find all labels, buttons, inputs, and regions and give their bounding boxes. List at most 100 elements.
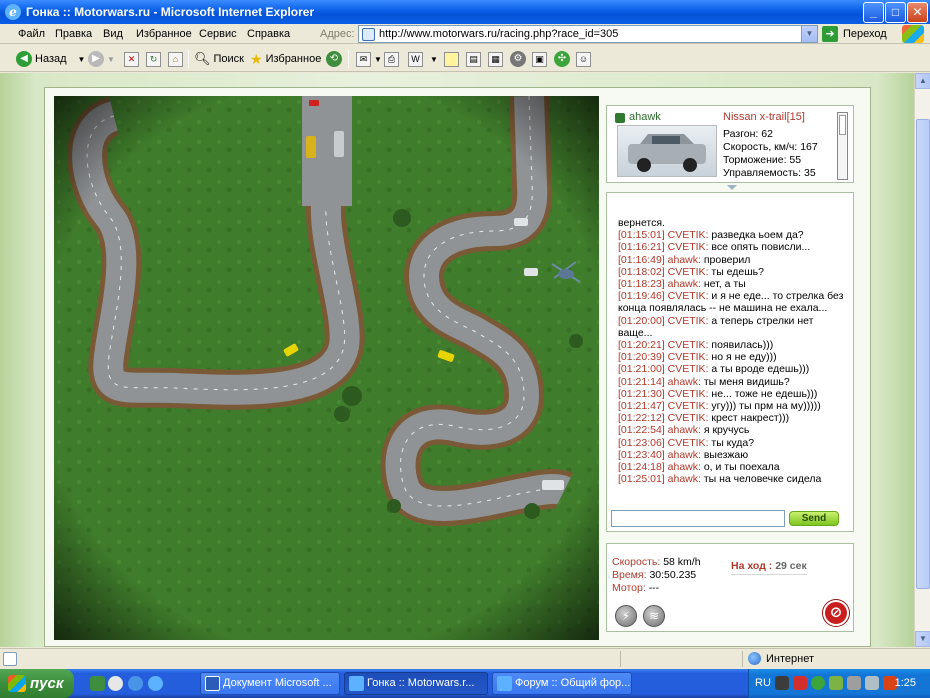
menu-view[interactable]: Вид: [103, 28, 123, 40]
chevron-down-icon[interactable]: ▼: [430, 55, 438, 64]
tray-app-icon[interactable]: [775, 676, 789, 690]
race-status-panel: Скорость: 58 km/h Время: 30:50.235 Мотор…: [606, 543, 854, 632]
favorites-button[interactable]: ★ Избранное: [250, 49, 321, 69]
go-button[interactable]: ➜ Переход: [822, 25, 902, 43]
minimize-button[interactable]: _: [863, 2, 884, 23]
chat-nick[interactable]: ahawk:: [668, 461, 701, 473]
chevron-down-icon[interactable]: ▼: [78, 55, 86, 64]
menu-favorites[interactable]: Избранное: [136, 28, 192, 40]
scrollbar-thumb[interactable]: [839, 115, 846, 135]
chat-nick[interactable]: CVETIK:: [668, 400, 709, 412]
window-title: Гонка :: Motorwars.ru - Microsoft Intern…: [26, 5, 315, 19]
address-bar[interactable]: http://www.motorwars.ru/racing.php?race_…: [358, 25, 818, 43]
chat-nick[interactable]: CVETIK:: [668, 290, 709, 302]
engine-value: ---: [648, 582, 660, 594]
chat-nick[interactable]: ahawk:: [668, 376, 701, 388]
chat-nick[interactable]: CVETIK:: [668, 315, 709, 327]
chat-message: [01:23:40] ahawk: выезжаю: [618, 449, 848, 461]
scroll-down-arrow-icon[interactable]: ▼: [915, 631, 930, 647]
nitro-button[interactable]: ⚡: [615, 605, 637, 627]
chat-nick[interactable]: CVETIK:: [668, 437, 709, 449]
edit-button[interactable]: W ▼: [408, 49, 438, 69]
discuss-button[interactable]: [444, 49, 459, 69]
chat-input[interactable]: [611, 510, 785, 527]
chat-text: проверил: [703, 253, 751, 266]
card-scrollbar[interactable]: [837, 112, 848, 180]
tool-button-1[interactable]: ▤: [466, 49, 481, 69]
chat-nick[interactable]: CVETIK:: [668, 363, 709, 375]
ie-icon[interactable]: [148, 676, 163, 691]
scroll-up-arrow-icon[interactable]: ▲: [915, 73, 930, 89]
antivirus-icon[interactable]: [793, 676, 807, 690]
tool-button-5[interactable]: ✣: [554, 49, 570, 69]
media-player-icon[interactable]: [108, 676, 123, 691]
chat-nick[interactable]: CVETIK:: [668, 229, 709, 241]
chevron-down-icon[interactable]: ▼: [107, 55, 115, 64]
chat-text: ты едешь?: [711, 265, 764, 278]
chevron-down-icon[interactable]: ▼: [801, 26, 817, 42]
chevron-down-icon[interactable]: ▼: [374, 55, 382, 64]
show-desktop-icon[interactable]: [90, 676, 105, 691]
title-bar: e Гонка :: Motorwars.ru - Microsoft Inte…: [0, 0, 930, 24]
forward-button[interactable]: ▶ ▼: [88, 49, 115, 69]
stop-race-button[interactable]: ⊘: [823, 600, 849, 626]
print-button[interactable]: ⎙: [384, 49, 399, 69]
chat-nick[interactable]: ahawk:: [668, 473, 701, 485]
tool-button-2[interactable]: ▦: [488, 49, 503, 69]
chat-nick[interactable]: CVETIK:: [668, 351, 709, 363]
time-value: 30:50.235: [649, 569, 697, 581]
browser-icon[interactable]: [128, 676, 143, 691]
car-model: Nissan x-trail[15]: [723, 111, 805, 123]
send-button[interactable]: Send: [789, 511, 839, 526]
taskbar-item-race[interactable]: Гонка :: Motorwars.r...: [344, 672, 488, 695]
race-track-canvas[interactable]: [54, 96, 599, 640]
mail-icon: ✉: [356, 51, 371, 67]
search-button[interactable]: 🔍︎ Поиск: [194, 49, 244, 69]
scrollbar-thumb[interactable]: [916, 119, 930, 589]
tool-button-3[interactable]: ⚙: [510, 49, 526, 69]
chat-nick[interactable]: ahawk:: [668, 278, 701, 290]
volume-icon[interactable]: [865, 676, 879, 690]
network-icon[interactable]: [811, 676, 825, 690]
no-entry-icon: ⊘: [829, 604, 843, 621]
player-icon: [615, 113, 625, 123]
close-button[interactable]: ✕: [907, 2, 928, 23]
page-scrollbar[interactable]: ▲ ▼: [914, 73, 930, 647]
taskbar-item-forum[interactable]: Форум :: Общий фор...: [492, 672, 632, 695]
speed-label: Скорость:: [612, 556, 661, 568]
chat-nick[interactable]: CVETIK:: [668, 241, 709, 253]
maximize-button[interactable]: □: [885, 2, 906, 23]
security-zone[interactable]: Интернет: [748, 652, 814, 665]
chat-nick[interactable]: ahawk:: [668, 449, 701, 461]
tool-button-4[interactable]: ▣: [532, 49, 547, 69]
chat-nick[interactable]: CVETIK:: [668, 412, 709, 424]
chat-text: не... тоже не едешь))): [711, 387, 818, 400]
tray-app-icon[interactable]: [829, 676, 843, 690]
address-url[interactable]: http://www.motorwars.ru/racing.php?race_…: [379, 28, 618, 40]
chat-nick[interactable]: CVETIK:: [668, 266, 709, 278]
home-button[interactable]: ⌂: [168, 49, 183, 69]
language-indicator[interactable]: RU: [755, 677, 771, 689]
start-button[interactable]: пуск: [0, 669, 74, 698]
tray-app-icon[interactable]: [847, 676, 861, 690]
mail-button[interactable]: ✉ ▼: [356, 49, 382, 69]
chat-nick[interactable]: ahawk:: [668, 424, 701, 436]
menu-tools[interactable]: Сервис: [199, 28, 237, 40]
chat-timestamp: [01:24:18]: [618, 461, 665, 474]
chat-text: появилась))): [711, 339, 774, 352]
tires-button[interactable]: ≋: [643, 605, 665, 627]
history-button[interactable]: ⟲: [326, 49, 342, 69]
tool-button-6[interactable]: ☺: [576, 49, 591, 69]
collapse-arrow-icon[interactable]: [727, 185, 737, 190]
chat-nick[interactable]: CVETIK:: [668, 388, 709, 400]
menu-file[interactable]: Файл: [18, 28, 45, 40]
player-name[interactable]: ahawk: [629, 111, 661, 123]
chat-nick[interactable]: CVETIK:: [668, 339, 709, 351]
stop-button[interactable]: ✕: [124, 49, 139, 69]
menu-help[interactable]: Справка: [247, 28, 290, 40]
refresh-button[interactable]: ↻: [146, 49, 161, 69]
chat-nick[interactable]: ahawk:: [668, 254, 701, 266]
menu-edit[interactable]: Правка: [55, 28, 92, 40]
taskbar-item-word[interactable]: Документ Microsoft ...: [200, 672, 340, 695]
back-button[interactable]: ◀ Назад ▼: [16, 49, 85, 69]
